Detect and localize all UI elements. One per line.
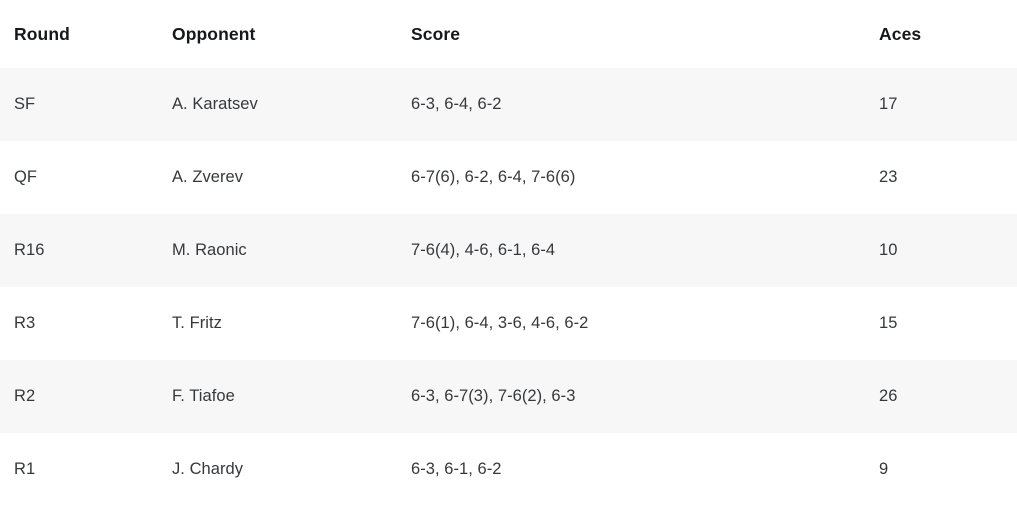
cell-score: 6-3, 6-1, 6-2 bbox=[397, 433, 864, 506]
cell-round: R3 bbox=[0, 287, 158, 360]
table-row: QF A. Zverev 6-7(6), 6-2, 6-4, 7-6(6) 23 bbox=[0, 141, 1017, 214]
cell-round: R16 bbox=[0, 214, 158, 287]
column-header-round: Round bbox=[0, 0, 158, 68]
cell-opponent: A. Karatsev bbox=[158, 68, 397, 141]
cell-round: R1 bbox=[0, 433, 158, 506]
cell-aces: 15 bbox=[864, 287, 1017, 360]
cell-score: 6-3, 6-7(3), 7-6(2), 6-3 bbox=[397, 360, 864, 433]
cell-score: 6-7(6), 6-2, 6-4, 7-6(6) bbox=[397, 141, 864, 214]
cell-score: 6-3, 6-4, 6-2 bbox=[397, 68, 864, 141]
cell-round: SF bbox=[0, 68, 158, 141]
column-header-score: Score bbox=[397, 0, 864, 68]
cell-aces: 17 bbox=[864, 68, 1017, 141]
cell-score: 7-6(1), 6-4, 3-6, 4-6, 6-2 bbox=[397, 287, 864, 360]
table-body: SF A. Karatsev 6-3, 6-4, 6-2 17 QF A. Zv… bbox=[0, 68, 1017, 506]
table-row: R2 F. Tiafoe 6-3, 6-7(3), 7-6(2), 6-3 26 bbox=[0, 360, 1017, 433]
cell-opponent: A. Zverev bbox=[158, 141, 397, 214]
table-row: R1 J. Chardy 6-3, 6-1, 6-2 9 bbox=[0, 433, 1017, 506]
cell-opponent: J. Chardy bbox=[158, 433, 397, 506]
cell-score: 7-6(4), 4-6, 6-1, 6-4 bbox=[397, 214, 864, 287]
cell-opponent: M. Raonic bbox=[158, 214, 397, 287]
cell-round: R2 bbox=[0, 360, 158, 433]
cell-opponent: T. Fritz bbox=[158, 287, 397, 360]
table-row: R3 T. Fritz 7-6(1), 6-4, 3-6, 4-6, 6-2 1… bbox=[0, 287, 1017, 360]
table-header: Round Opponent Score Aces bbox=[0, 0, 1017, 68]
table-header-row: Round Opponent Score Aces bbox=[0, 0, 1017, 68]
cell-aces: 9 bbox=[864, 433, 1017, 506]
table-row: SF A. Karatsev 6-3, 6-4, 6-2 17 bbox=[0, 68, 1017, 141]
cell-round: QF bbox=[0, 141, 158, 214]
column-header-aces: Aces bbox=[864, 0, 1017, 68]
cell-aces: 10 bbox=[864, 214, 1017, 287]
cell-aces: 23 bbox=[864, 141, 1017, 214]
table-row: R16 M. Raonic 7-6(4), 4-6, 6-1, 6-4 10 bbox=[0, 214, 1017, 287]
column-header-opponent: Opponent bbox=[158, 0, 397, 68]
match-results-table: Round Opponent Score Aces SF A. Karatsev… bbox=[0, 0, 1017, 506]
cell-opponent: F. Tiafoe bbox=[158, 360, 397, 433]
cell-aces: 26 bbox=[864, 360, 1017, 433]
